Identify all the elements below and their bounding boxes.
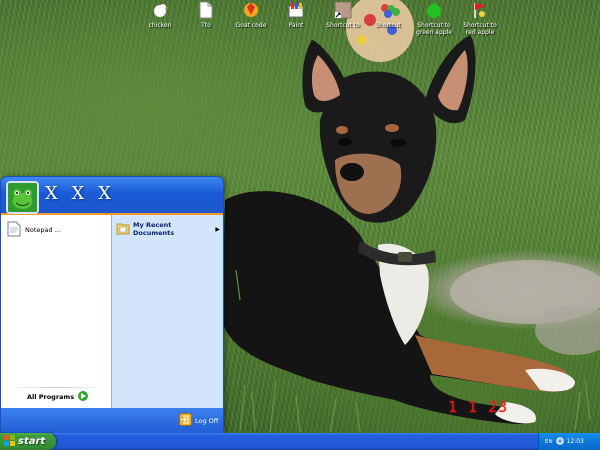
desktop-icon-label: Tto — [201, 22, 211, 29]
taskbar: start EN 12:03 — [0, 433, 600, 450]
desktop-icon-label: Shortcut to green apple — [416, 22, 452, 36]
desktop-icon-label: Shortcut to — [326, 22, 360, 29]
document-icon — [196, 0, 216, 20]
start-label: start — [18, 436, 46, 447]
all-programs-button[interactable]: All Programs — [27, 391, 89, 403]
log-off-button[interactable]: Log Off — [179, 413, 218, 428]
paint-icon — [286, 0, 306, 20]
frog-avatar-icon[interactable] — [6, 181, 39, 214]
photo-timestamp: 1 1 23 — [448, 398, 509, 416]
chicken-icon — [150, 0, 170, 20]
desktop-icon-label: Goat code — [235, 22, 267, 29]
system-tray: EN 12:03 — [538, 433, 600, 450]
my-recent-documents-label: My Recent Documents — [133, 221, 175, 237]
network-icon[interactable] — [555, 436, 564, 447]
shortcut-icon — [333, 0, 353, 20]
my-recent-documents-item[interactable]: My Recent Documents ▶ — [116, 221, 220, 237]
green-apple-icon — [424, 0, 444, 20]
red-flag-icon — [470, 0, 490, 20]
log-off-icon — [179, 413, 192, 428]
desktop-icon-label: Shortcut — [375, 22, 401, 29]
start-menu-header: X X X — [1, 177, 223, 215]
menu-separator — [9, 387, 103, 388]
user-name: X X X — [45, 183, 115, 204]
desktop-icon-label: Shortcut to red apple — [463, 22, 497, 36]
start-menu: X X X Notepad ... All Programs My Recent… — [0, 176, 224, 434]
document-icon — [7, 221, 21, 239]
green-arrow-icon — [78, 391, 89, 403]
submenu-arrow-icon: ▶ — [215, 225, 220, 233]
all-programs-label: All Programs — [27, 393, 75, 401]
desktop-icon-label: Paint — [288, 22, 304, 29]
pinned-item-label: Notepad ... — [25, 226, 61, 234]
pinned-item-notepad[interactable]: Notepad ... — [7, 221, 61, 239]
start-menu-pinned-panel: Notepad ... All Programs — [1, 215, 111, 408]
windows-logo-icon — [4, 435, 15, 448]
desktop-icon-red-apple[interactable]: Shortcut to red apple — [452, 0, 508, 36]
start-button[interactable]: start — [0, 433, 56, 450]
recent-documents-icon — [116, 221, 130, 237]
candy-icon — [378, 0, 398, 20]
start-menu-footer: Log Off — [1, 408, 223, 434]
game-icon — [241, 0, 261, 20]
language-indicator[interactable]: EN — [545, 439, 553, 445]
desktop-icon-label: chicken — [148, 22, 172, 29]
start-menu-places-panel: My Recent Documents ▶ — [111, 215, 223, 408]
clock[interactable]: 12:03 — [567, 438, 584, 445]
log-off-label: Log Off — [195, 416, 219, 425]
